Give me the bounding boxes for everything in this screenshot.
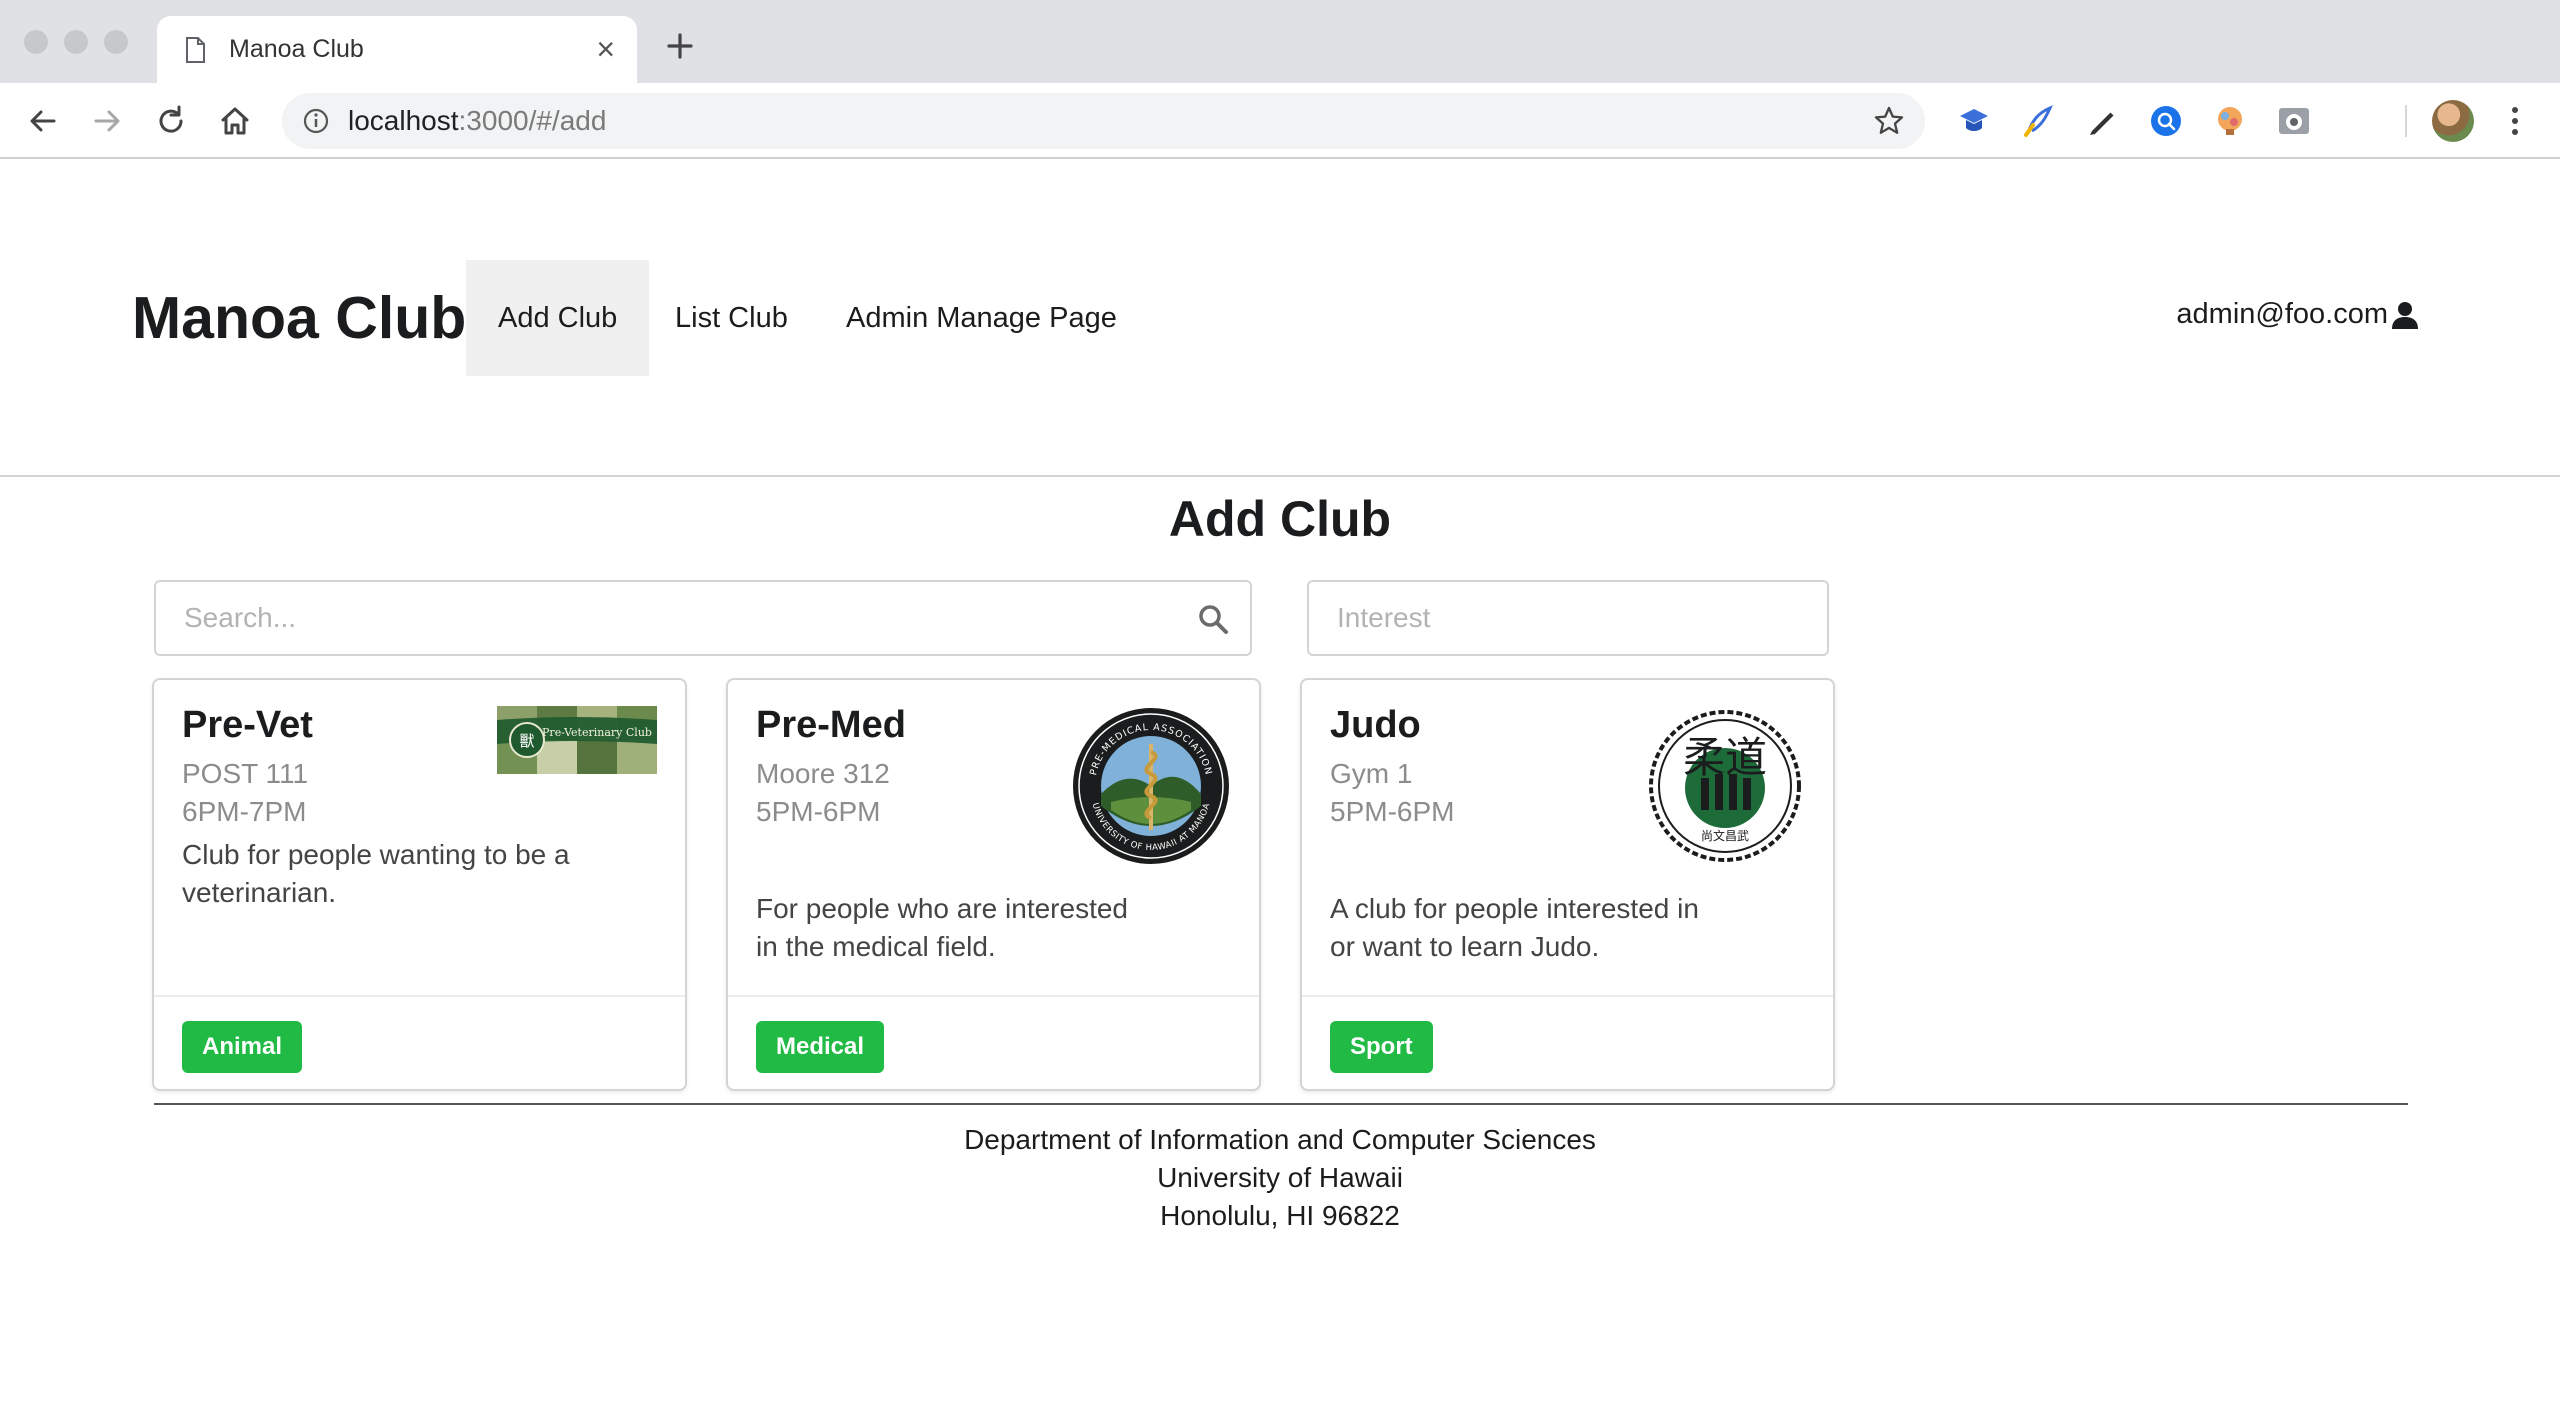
nav-list-club[interactable]: List Club xyxy=(643,260,820,376)
close-icon[interactable]: × xyxy=(596,31,615,67)
browser-toolbar: localhost:3000/#/add xyxy=(0,83,2560,159)
window-zoom-dot[interactable] xyxy=(104,30,128,54)
home-icon[interactable] xyxy=(216,102,254,140)
feather-extension-icon[interactable] xyxy=(2020,103,2056,139)
graduation-cap-extension-icon[interactable] xyxy=(1956,103,1992,139)
window-minimize-dot[interactable] xyxy=(64,30,88,54)
browser-tab-bar: Manoa Club × xyxy=(0,0,2560,83)
address-bar[interactable]: localhost:3000/#/add xyxy=(282,93,1925,149)
app-navbar: Manoa Club Add Club List Club Admin Mana… xyxy=(0,160,2560,477)
tab-title: Manoa Club xyxy=(229,35,364,63)
logo-glyph: 獸 xyxy=(519,732,534,750)
card-description: Club for people wanting to be a veterina… xyxy=(182,839,570,908)
brain-extension-icon[interactable] xyxy=(2212,103,2248,139)
page-icon xyxy=(186,37,205,63)
logo-text: 尚文昌武 xyxy=(1701,828,1749,843)
club-card-pre-med[interactable]: Pre-Med Moore 312 5PM-6PM For people who… xyxy=(726,678,1261,1091)
interest-label[interactable]: Medical xyxy=(756,1021,885,1073)
card-extra: Medical xyxy=(728,995,1259,1091)
search-box xyxy=(154,580,1252,656)
interest-label[interactable]: Animal xyxy=(182,1021,303,1073)
url-text: localhost:3000/#/add xyxy=(348,105,606,137)
search-icon[interactable] xyxy=(1196,602,1230,636)
footer-line-department: Department of Information and Computer S… xyxy=(964,1124,1596,1155)
club-card-pre-vet[interactable]: Pre-Vet POST 111 6PM-7PM Club for people… xyxy=(152,678,687,1091)
pre-vet-club-logo: 獸 Pre-Veterinary Club xyxy=(497,706,657,774)
card-content: Pre-Med Moore 312 5PM-6PM For people who… xyxy=(728,680,1259,995)
pen-extension-icon[interactable] xyxy=(2084,103,2120,139)
brand-title[interactable]: Manoa Club xyxy=(132,284,466,352)
info-icon[interactable] xyxy=(302,107,330,135)
url-path: :3000/#/add xyxy=(458,105,607,136)
footer-line-university: University of Hawaii xyxy=(1157,1162,1403,1193)
nav-add-club[interactable]: Add Club xyxy=(466,260,650,376)
url-host: localhost xyxy=(348,105,459,136)
toolbar-divider xyxy=(2405,105,2407,137)
search-extension-icon[interactable] xyxy=(2148,103,2184,139)
back-icon[interactable] xyxy=(24,102,62,140)
card-content: Pre-Vet POST 111 6PM-7PM Club for people… xyxy=(154,680,685,995)
interest-box xyxy=(1307,580,1829,656)
window-close-dot[interactable] xyxy=(24,30,48,54)
interest-input[interactable] xyxy=(1309,582,1827,654)
card-extra: Animal xyxy=(154,995,685,1091)
page-title: Add Club xyxy=(1168,491,1392,547)
footer-divider xyxy=(154,1103,2408,1105)
search-input[interactable] xyxy=(156,582,1250,654)
card-description: A club for people interested in or want … xyxy=(1330,893,1699,962)
interest-label[interactable]: Sport xyxy=(1330,1021,1433,1073)
card-extra: Sport xyxy=(1302,995,1833,1091)
forward-icon[interactable] xyxy=(88,102,126,140)
reload-icon[interactable] xyxy=(152,102,190,140)
footer-line-address: Honolulu, HI 96822 xyxy=(1160,1200,1400,1231)
card-time: 6PM-7PM xyxy=(182,796,307,827)
plus-icon[interactable] xyxy=(660,26,700,66)
logo-text: Pre-Veterinary Club xyxy=(542,726,652,739)
camera-extension-icon[interactable] xyxy=(2276,103,2312,139)
club-card-judo[interactable]: Judo Gym 1 5PM-6PM A club for people int… xyxy=(1300,678,1835,1091)
nav-admin-manage-page[interactable]: Admin Manage Page xyxy=(814,260,1149,376)
browser-tab[interactable]: Manoa Club × xyxy=(157,16,637,83)
card-description: For people who are interested in the med… xyxy=(756,893,1128,962)
pre-med-association-logo: PRE-MEDICAL ASSOCIATION UNIVERSITY OF HA… xyxy=(1073,708,1229,864)
user-email: admin@foo.com xyxy=(2176,298,2388,330)
logo-glyph: 柔道 xyxy=(1683,733,1767,782)
footer: Department of Information and Computer S… xyxy=(0,1121,2560,1235)
judo-club-logo: 柔道 尚文昌武 xyxy=(1649,710,1801,862)
user-icon xyxy=(2392,301,2418,329)
star-icon[interactable] xyxy=(1873,105,1905,137)
card-content: Judo Gym 1 5PM-6PM A club for people int… xyxy=(1302,680,1833,995)
user-dropdown[interactable]: admin@foo.com xyxy=(2176,298,2420,331)
avatar[interactable] xyxy=(2432,100,2474,142)
kebab-icon[interactable] xyxy=(2505,103,2525,139)
